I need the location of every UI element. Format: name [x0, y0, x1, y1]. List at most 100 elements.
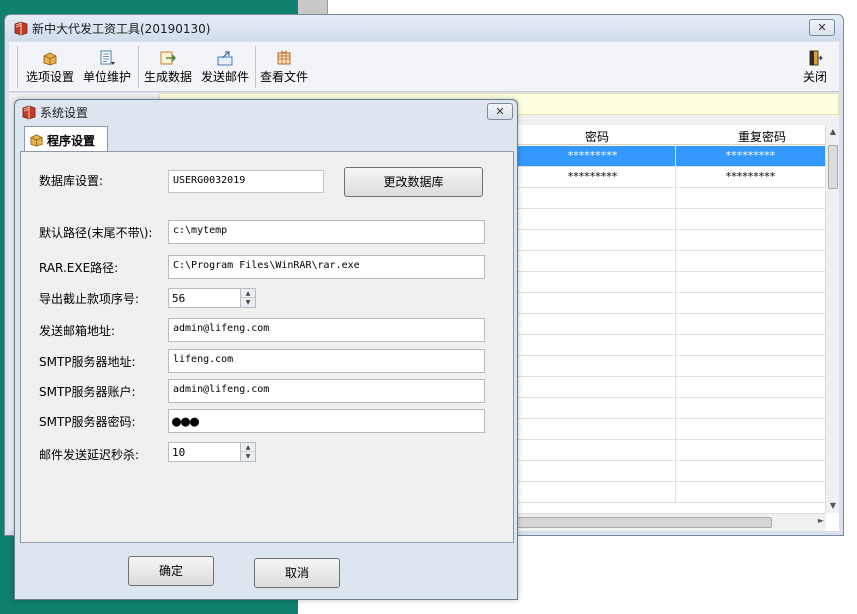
empty-cell — [510, 230, 676, 251]
empty-cell — [510, 251, 676, 272]
tab-program-settings[interactable]: 程序设置 — [24, 126, 108, 152]
send-mail-button[interactable]: 发送邮件 — [198, 44, 252, 90]
close-app-label: 关闭 — [802, 70, 827, 84]
table-row — [510, 398, 826, 419]
empty-cell — [510, 482, 676, 503]
stepper-up-icon[interactable]: ▲ — [240, 289, 255, 298]
column-header-password[interactable]: 密码 — [585, 128, 609, 145]
options-settings-button[interactable]: 选项设置 — [23, 44, 77, 90]
background-window-edge — [298, 0, 328, 14]
empty-cell — [510, 461, 676, 482]
settings-panel: 数据库设置: USERG0032019 更改数据库 默认路径(末尾不带\): c… — [20, 151, 514, 543]
stepper-up-icon[interactable]: ▲ — [240, 443, 255, 452]
stepper-down-icon[interactable]: ▼ — [240, 298, 255, 307]
empty-cell — [510, 419, 676, 440]
send-mail-label: 发送邮件 — [200, 70, 249, 84]
send-mail-icon — [217, 51, 233, 66]
horizontal-scroll-thumb[interactable] — [510, 517, 772, 528]
tab-strip: 程序设置 — [20, 126, 514, 152]
view-files-icon — [277, 50, 291, 65]
generate-data-button[interactable]: 生成数据 — [141, 44, 195, 90]
main-toolbar: 选项设置 单位维护 生成数据 发送邮件 查看文件 关闭 — [9, 42, 839, 92]
table-row — [510, 461, 826, 482]
grid-header: 密码 重复密码 — [510, 125, 826, 145]
repeat-password-cell[interactable]: ********* — [676, 146, 826, 167]
export-index-label: 导出截止款项序号: — [39, 292, 140, 306]
sender-email-label: 发送邮箱地址: — [39, 324, 116, 338]
view-files-button[interactable]: 查看文件 — [257, 44, 311, 90]
default-path-label: 默认路径(末尾不带\): — [39, 226, 153, 240]
empty-cell — [510, 293, 676, 314]
exit-door-icon — [809, 50, 823, 66]
ok-button[interactable]: 确定 — [128, 556, 214, 586]
generate-data-label: 生成数据 — [143, 70, 192, 84]
table-row[interactable]: ********* ********* — [510, 146, 826, 167]
empty-cell — [510, 272, 676, 293]
smtp-server-field[interactable]: lifeng.com — [168, 349, 485, 373]
smtp-account-field[interactable]: admin@lifeng.com — [168, 379, 485, 403]
table-row — [510, 272, 826, 293]
smtp-password-field[interactable]: ●●● — [168, 409, 485, 433]
unit-maintenance-button[interactable]: 单位维护 — [80, 44, 134, 90]
toolbar-separator — [255, 46, 256, 88]
table-row — [510, 419, 826, 440]
tab-label: 程序设置 — [47, 134, 96, 148]
database-field[interactable]: USERG0032019 — [168, 170, 324, 193]
empty-cell — [510, 356, 676, 377]
password-cell[interactable]: ********* — [510, 146, 676, 167]
table-row[interactable]: ********* ********* — [510, 167, 826, 188]
rar-path-label: RAR.EXE路径: — [39, 261, 119, 275]
mail-delay-stepper[interactable]: 10 ▲ ▼ — [168, 442, 256, 462]
scroll-right-arrow-icon[interactable]: ► — [818, 516, 824, 525]
main-window-title: 新中大代发工资工具(20190130) — [32, 22, 211, 36]
empty-cell — [510, 335, 676, 356]
table-row — [510, 230, 826, 251]
vertical-scroll-thumb[interactable] — [828, 145, 838, 189]
empty-cell — [510, 440, 676, 461]
rar-path-field[interactable]: C:\Program Files\WinRAR\rar.exe — [168, 255, 485, 279]
database-label: 数据库设置: — [39, 174, 104, 188]
close-app-button[interactable]: 关闭 — [797, 44, 833, 90]
table-row — [510, 251, 826, 272]
scroll-down-arrow-icon[interactable]: ▼ — [826, 499, 840, 513]
dialog-title: 系统设置 — [40, 106, 89, 120]
empty-cell — [510, 314, 676, 335]
change-database-button[interactable]: 更改数据库 — [344, 167, 483, 197]
data-grid[interactable]: 密码 重复密码 ********* ********* ********* **… — [509, 125, 839, 531]
smtp-account-label: SMTP服务器账户: — [39, 385, 136, 399]
export-index-stepper[interactable]: 56 ▲ ▼ — [168, 288, 256, 308]
generate-data-icon — [160, 51, 176, 65]
empty-cell — [510, 398, 676, 419]
table-row — [510, 188, 826, 209]
scroll-up-arrow-icon[interactable]: ▲ — [826, 125, 840, 139]
mail-delay-label: 邮件发送延迟秒杀: — [39, 448, 140, 462]
empty-cell — [510, 188, 676, 209]
table-row — [510, 440, 826, 461]
default-path-field[interactable]: c:\mytemp — [168, 220, 485, 244]
repeat-password-cell[interactable]: ********* — [676, 167, 826, 188]
dialog-close-button[interactable]: ✕ — [487, 103, 513, 120]
password-cell[interactable]: ********* — [510, 167, 676, 188]
unit-maintenance-label: 单位维护 — [82, 70, 131, 84]
cancel-button[interactable]: 取消 — [254, 558, 340, 588]
table-row — [510, 356, 826, 377]
table-row — [510, 335, 826, 356]
table-row — [510, 209, 826, 230]
stepper-down-icon[interactable]: ▼ — [240, 452, 255, 461]
vertical-scrollbar[interactable]: ▲ ▼ — [825, 125, 839, 513]
system-settings-dialog: 系统设置 ✕ 程序设置 数据库设置: USERG0032019 更改数据库 默认… — [14, 99, 518, 600]
settings-box-icon — [43, 52, 57, 66]
toolbar-separator — [138, 46, 139, 88]
export-index-value: 56 — [172, 292, 186, 305]
smtp-password-label: SMTP服务器密码: — [39, 415, 136, 429]
main-title-bar[interactable]: 新中大代发工资工具(20190130) ✕ — [5, 15, 843, 41]
empty-cell — [510, 209, 676, 230]
sender-email-field[interactable]: admin@lifeng.com — [168, 318, 485, 342]
settings-box-icon — [30, 134, 43, 147]
options-settings-label: 选项设置 — [25, 70, 74, 84]
dialog-title-bar[interactable]: 系统设置 ✕ — [15, 100, 517, 124]
horizontal-scrollbar[interactable]: ► — [510, 513, 826, 531]
password-mask: ●●● — [172, 412, 200, 430]
column-header-repeat-password[interactable]: 重复密码 — [738, 128, 786, 145]
main-close-button[interactable]: ✕ — [809, 19, 835, 36]
